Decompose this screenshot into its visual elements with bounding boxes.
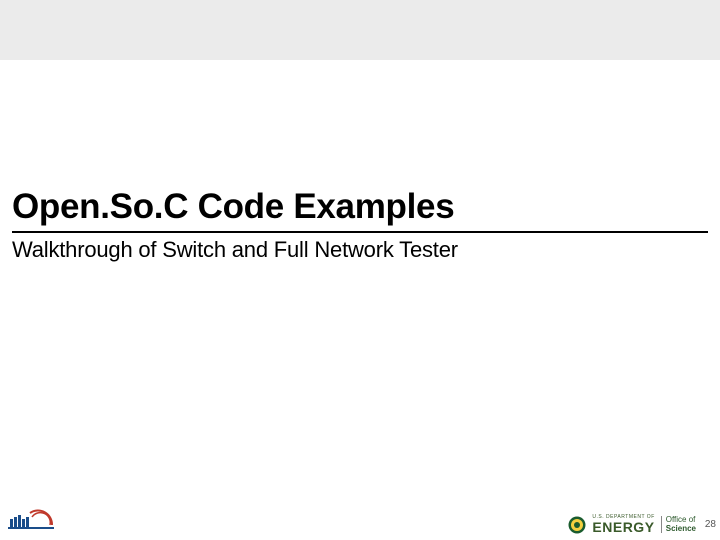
slide-subtitle: Walkthrough of Switch and Full Network T… bbox=[12, 237, 708, 263]
doe-wordmark: U.S. DEPARTMENT OF ENERGY bbox=[592, 515, 654, 534]
building-icon bbox=[8, 505, 54, 529]
doe-logo-block: U.S. DEPARTMENT OF ENERGY Office of Scie… bbox=[568, 515, 696, 534]
page-number: 28 bbox=[705, 519, 716, 530]
doe-line2: ENERGY bbox=[592, 520, 654, 534]
footer: U.S. DEPARTMENT OF ENERGY Office of Scie… bbox=[0, 504, 720, 540]
title-block: Open.So.C Code Examples Walkthrough of S… bbox=[12, 187, 708, 263]
office-line2: Science bbox=[666, 525, 696, 534]
office-wordmark: Office of Science bbox=[661, 516, 696, 534]
doe-seal-icon bbox=[568, 516, 586, 534]
top-band bbox=[0, 0, 720, 60]
slide: Open.So.C Code Examples Walkthrough of S… bbox=[0, 0, 720, 540]
lab-logo bbox=[8, 505, 54, 534]
slide-title: Open.So.C Code Examples bbox=[12, 187, 708, 233]
